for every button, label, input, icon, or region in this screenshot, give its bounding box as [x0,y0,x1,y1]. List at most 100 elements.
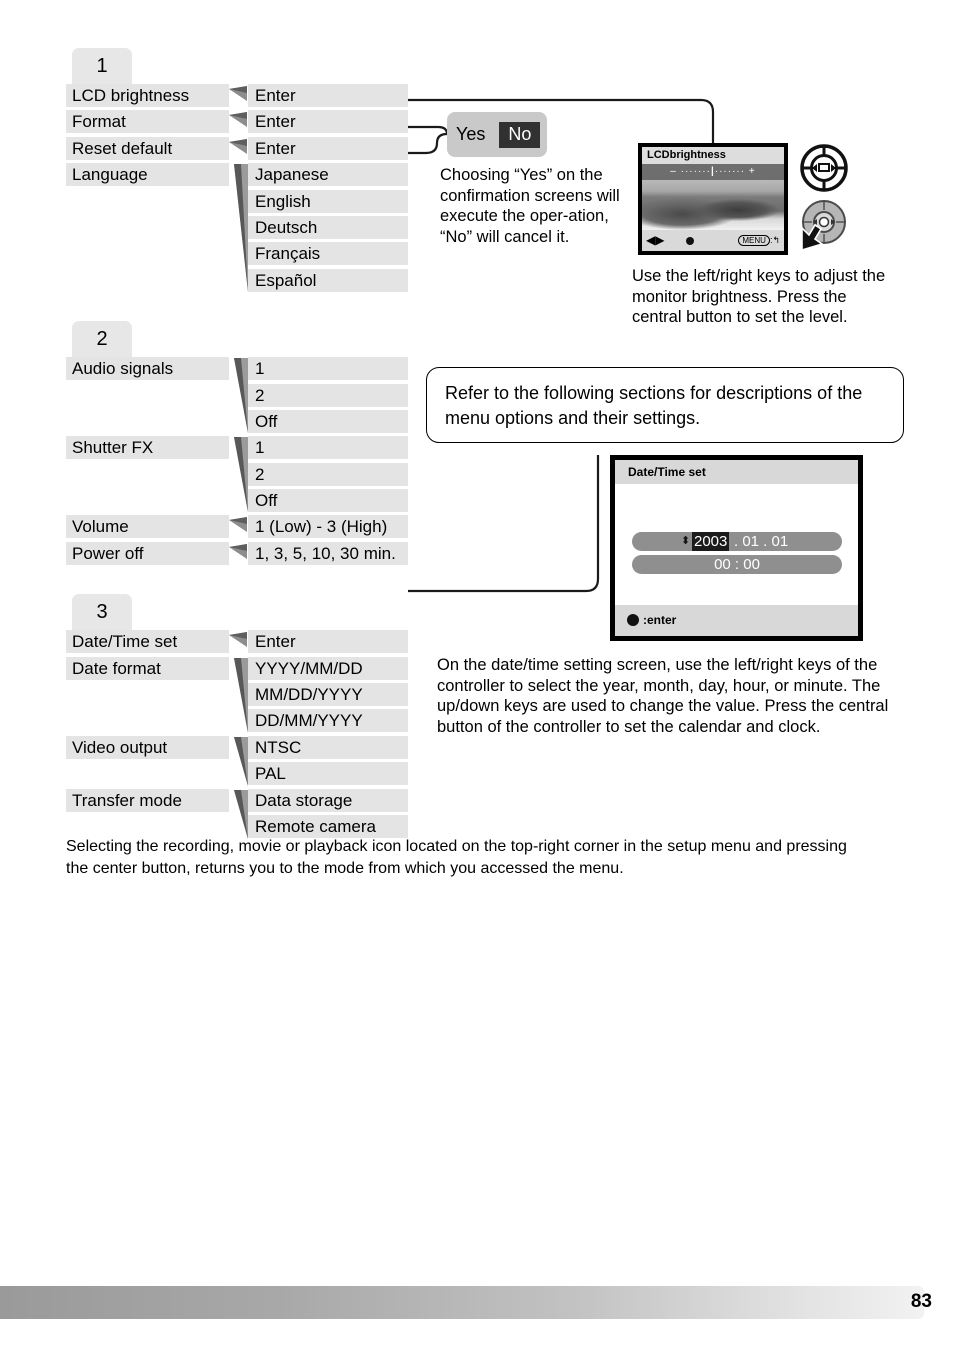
menu-option-label[interactable]: Format [66,110,229,134]
branch-wedge-icon [229,138,247,156]
menu-row: Date format YYYY/MM/DD [66,656,416,733]
menu-option-label[interactable]: Transfer mode [66,788,229,812]
no-option-selected[interactable]: No [499,121,541,148]
menu-setting-value[interactable]: Data storage [248,788,408,812]
menu-setting-value[interactable]: 1, 3, 5, 10, 30 min. [248,541,408,565]
menu-option-spacer [66,242,229,265]
live-view-photo [642,180,784,230]
menu-row: Date/Time set Enter [66,630,416,656]
menu-section-1: 1 LCD brightness Enter Format Enter Reset def… [66,48,416,295]
menu-setting-value[interactable]: Enter [248,110,408,134]
menu-setting-value[interactable]: Enter [248,136,408,160]
menu-setting-value[interactable]: Enter [248,630,408,654]
lcd-brightness-caption: Use the left/right keys to adjust the mo… [632,267,886,326]
center-button-icon [686,237,694,245]
branch-wedge-icon [229,632,247,649]
menu-setting-value[interactable]: English [248,189,408,213]
menu-option-spacer [66,762,229,785]
menu-option-label[interactable]: LCD brightness [66,84,229,107]
menu-section-tab[interactable]: 3 [72,594,132,631]
menu-row: 2 [66,383,416,410]
menu-row: Video output NTSC [66,735,416,786]
menu-section-tab[interactable]: 1 [72,48,132,84]
menu-option-label[interactable]: Power off [66,541,229,565]
menu-row: MM/DD/YYYY [66,683,416,709]
menu-rows: Audio signals 1 2 Off Shutter FX 1 2 Off Volume 1… [66,357,416,568]
menu-option-label[interactable]: Date/Time set [66,630,229,654]
menu-setting-value[interactable]: Español [248,268,408,292]
up-down-arrows-icon: ⬍ [681,535,691,547]
menu-setting-value[interactable]: YYYY/MM/DD [248,656,408,680]
datetime-status-bar: :enter [615,605,858,636]
menu-option-label[interactable]: Date format [66,656,229,680]
menu-section-tab[interactable]: 2 [72,321,132,358]
lcd-status-bar: ◀▶ MENU:↰ [642,230,784,251]
menu-setting-value[interactable]: 2 [248,462,408,486]
menu-option-spacer [66,463,229,486]
confirmation-description: Choosing “Yes” on the confirmation scree… [440,166,620,246]
menu-option-label[interactable]: Reset default [66,136,229,160]
menu-setting-value[interactable]: MM/DD/YYYY [248,683,408,707]
menu-option-label[interactable]: Volume [66,515,229,539]
menu-option-label[interactable]: Video output [66,735,229,759]
branch-wedge-icon [229,112,247,129]
menu-setting-value[interactable]: Off [248,489,408,513]
menu-section-2: 2 Audio signals 1 2 Off Shutter FX 1 2 Off Volume… [66,321,416,568]
menu-row: English [66,189,416,216]
menu-row: Off [66,409,416,436]
datetime-screenshot: Date/Time set ⬍ 2003 . 01 . 01 00 : 00 :… [610,455,863,641]
menu-setting-value[interactable]: 2 [248,383,408,407]
menu-setting-value[interactable]: Deutsch [248,215,408,239]
year-value-selected[interactable]: 2003 [692,532,730,551]
menu-setting-value[interactable]: NTSC [248,735,408,759]
datetime-screen-title: Date/Time set [615,460,858,484]
menu-option-spacer [66,410,229,433]
menu-option-spacer [66,384,229,407]
menu-row: Power off 1, 3, 5, 10, 30 min. [66,541,416,568]
scale-ticks-right: ······· [714,166,746,177]
menu-setting-value[interactable]: DD/MM/YYYY [248,709,408,733]
menu-setting-value[interactable]: 1 [248,357,408,381]
menu-option-spacer [66,683,229,706]
month-day-value[interactable]: . 01 . 01 [734,532,788,551]
menu-option-label[interactable]: Audio signals [66,357,229,381]
scale-plus-label: + [748,166,756,177]
enter-button-icon [627,614,639,626]
menu-option-spacer [66,190,229,213]
menu-row: Français [66,242,416,268]
info-callout-text: Refer to the following sections for desc… [445,383,863,428]
menu-row: PAL [66,762,416,788]
menu-rows: Date/Time set Enter Date format YYYY/MM/DD M… [66,630,416,841]
menu-option-spacer [66,216,229,239]
footer-bar [0,1286,924,1319]
lcd-brightness-screenshot: LCDbrightness – ·······|······· + ◀▶ MEN… [638,143,788,255]
menu-option-label[interactable]: Shutter FX [66,436,229,460]
manual-page: 1 LCD brightness Enter Format Enter Reset def… [0,0,954,1352]
menu-setting-value[interactable]: 1 [248,436,408,460]
yes-option[interactable]: Yes [456,124,485,145]
menu-option-spacer [66,815,229,838]
menu-setting-value[interactable]: Off [248,409,408,433]
left-right-keys-icon: ◀▶ [646,233,665,247]
menu-row: 2 [66,462,416,489]
menu-option-label[interactable]: Language [66,163,229,187]
confirmation-chip[interactable]: Yes No [447,112,547,157]
menu-setting-value[interactable]: Remote camera [248,814,408,838]
menu-setting-value[interactable]: Japanese [248,163,408,187]
brightness-scale: – ·······|······· + [642,164,784,180]
scale-ticks-left: ······· [680,166,711,177]
time-field[interactable]: 00 : 00 [632,555,842,574]
menu-setting-value[interactable]: PAL [248,762,408,786]
menu-row: Transfer mode Data storage [66,788,416,839]
menu-row: Language Japanese [66,163,416,293]
date-field[interactable]: ⬍ 2003 . 01 . 01 [632,532,842,551]
menu-setting-value[interactable]: 1 (Low) - 3 (High) [248,515,408,539]
scale-minus-label: – [670,166,677,177]
menu-setting-value[interactable]: Français [248,242,408,266]
menu-setting-value[interactable]: Enter [248,84,408,107]
lcd-screen-title: LCDbrightness [642,147,784,164]
controller-center-press-icon [800,198,852,261]
page-number: 83 [910,1291,932,1312]
menu-row: Shutter FX 1 [66,436,416,513]
controller-4way-icon [800,144,848,197]
